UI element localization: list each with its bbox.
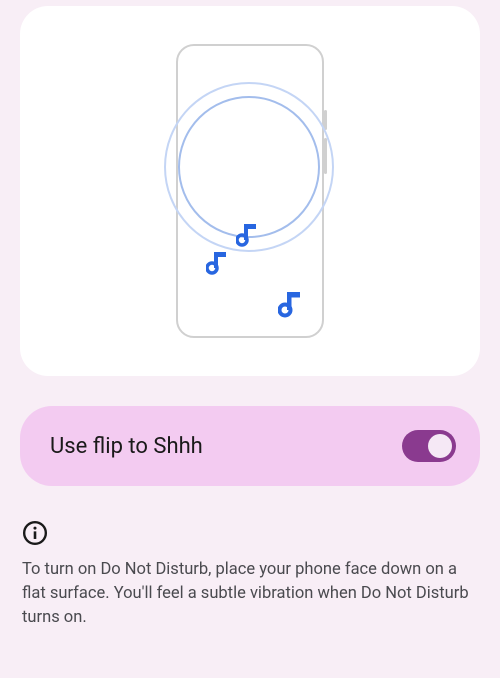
phone-illustration [176, 44, 324, 338]
toggle-switch[interactable] [402, 430, 456, 462]
info-icon [22, 520, 478, 546]
info-description: To turn on Do Not Disturb, place your ph… [22, 558, 478, 630]
flip-to-shhh-toggle-row[interactable]: Use flip to Shhh [20, 406, 480, 486]
info-section: To turn on Do Not Disturb, place your ph… [22, 520, 478, 630]
sound-ring-icon [178, 96, 320, 238]
music-note-icon [206, 250, 228, 276]
illustration-card [20, 6, 480, 376]
music-note-icon [236, 222, 258, 248]
music-note-icon [278, 290, 302, 318]
toggle-thumb [428, 434, 452, 458]
toggle-label: Use flip to Shhh [50, 434, 203, 459]
